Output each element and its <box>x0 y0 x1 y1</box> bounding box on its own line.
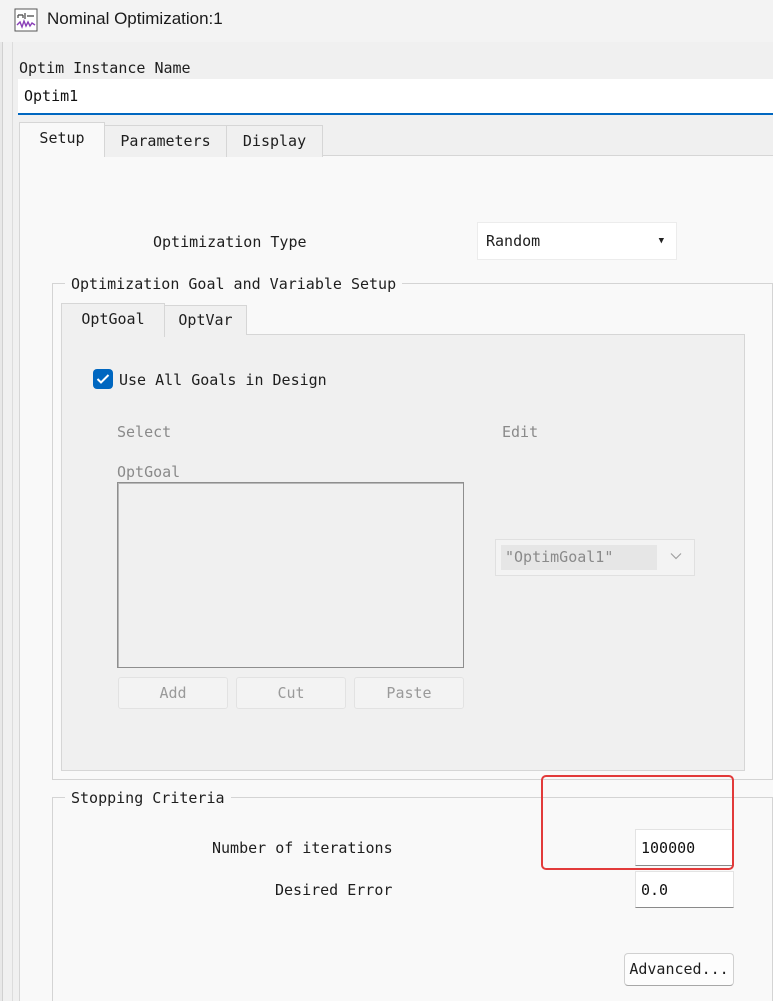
tab-display[interactable]: Display <box>226 125 323 157</box>
iterations-label: Number of iterations <box>212 839 393 857</box>
optimization-type-select[interactable]: Random ▼ <box>477 222 677 260</box>
add-button[interactable]: Add <box>118 677 228 709</box>
edit-goal-value: "OptimGoal1" <box>501 545 657 570</box>
tab-setup[interactable]: Setup <box>19 122 105 156</box>
use-all-goals-label[interactable]: Use All Goals in Design <box>119 371 327 389</box>
waveform-icon <box>14 8 38 32</box>
window-edge <box>0 42 3 1001</box>
tab-optvar[interactable]: OptVar <box>164 305 247 335</box>
edit-label: Edit <box>502 423 539 441</box>
use-all-goals-checkbox[interactable] <box>93 369 113 389</box>
tab-parameters[interactable]: Parameters <box>104 125 227 157</box>
select-label: Select <box>117 423 172 441</box>
tab-optgoal[interactable]: OptGoal <box>61 303 165 337</box>
optgoal-listbox[interactable] <box>117 482 464 668</box>
goal-group-title: Optimization Goal and Variable Setup <box>65 275 403 293</box>
optimization-type-value: Random <box>486 232 541 250</box>
checkmark-icon <box>96 374 110 384</box>
edit-goal-combo[interactable]: "OptimGoal1" <box>495 539 695 576</box>
cut-button[interactable]: Cut <box>236 677 346 709</box>
desired-error-label: Desired Error <box>275 881 393 899</box>
stopping-criteria-title: Stopping Criteria <box>65 789 231 807</box>
instance-name-input[interactable] <box>18 79 773 115</box>
advanced-button[interactable]: Advanced... <box>624 953 734 986</box>
window-title: Nominal Optimization:1 <box>47 9 223 28</box>
optimization-type-label: Optimization Type <box>153 233 307 251</box>
optgoal-list-label: OptGoal <box>117 463 181 481</box>
chevron-down-icon <box>670 553 682 560</box>
desired-error-input[interactable] <box>635 871 734 908</box>
instance-name-label: Optim Instance Name <box>19 59 191 77</box>
iterations-input[interactable] <box>635 829 734 866</box>
paste-button[interactable]: Paste <box>354 677 464 709</box>
caret-down-icon: ▼ <box>658 236 664 246</box>
